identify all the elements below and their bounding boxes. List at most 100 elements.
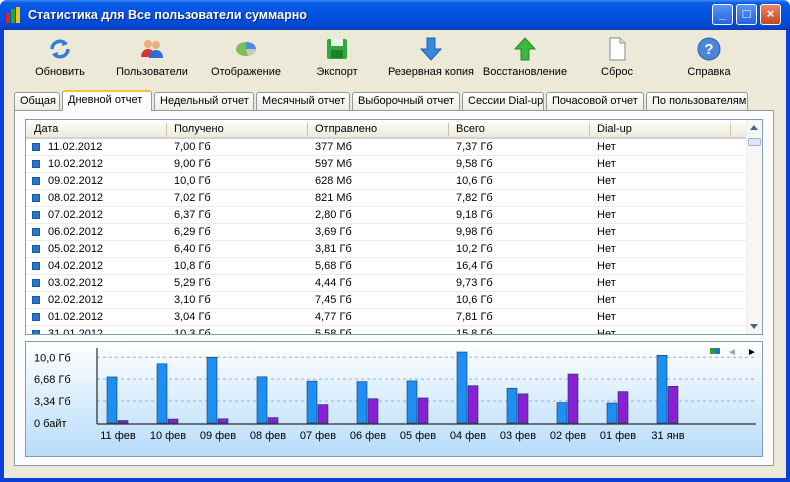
tab-daily-report[interactable]: Дневной отчет xyxy=(62,90,152,111)
backup-label: Резервная копия xyxy=(387,66,475,78)
export-label: Экспорт xyxy=(316,66,358,78)
cell-received: 7,00 Гб xyxy=(174,141,211,153)
title-bar[interactable]: Статистика для Все пользователи суммарно… xyxy=(0,0,790,30)
cell-sent: 5,58 Гб xyxy=(315,328,352,335)
cell-sent: 821 Мб xyxy=(315,192,352,204)
cell-sent: 377 Мб xyxy=(315,141,352,153)
maximize-button[interactable]: □ xyxy=(736,4,757,25)
row-marker-icon xyxy=(32,313,40,321)
tab-weekly-report[interactable]: Недельный отчет xyxy=(154,92,254,110)
column-separator[interactable] xyxy=(448,123,449,136)
column-separator[interactable] xyxy=(730,123,731,136)
toolbar: Обновить Пользователи Отображение Экспор… xyxy=(4,30,786,88)
arrow-down-icon xyxy=(418,36,444,62)
reset-button[interactable]: Сброс xyxy=(600,36,634,78)
bar-sent xyxy=(367,398,379,424)
cell-total: 10,6 Гб xyxy=(456,294,493,306)
column-separator[interactable] xyxy=(166,123,167,136)
table-row[interactable]: 11.02.2012 7,00 Гб 377 Мб 7,37 Гб Нет xyxy=(26,139,748,156)
traffic-chart-svg: 0 байт 3,34 Гб 6,68 Гб 10,0 Гб 11 фев 10 фев 0… xyxy=(34,347,757,442)
export-button[interactable]: Экспорт xyxy=(314,36,360,78)
column-header-date[interactable]: Дата xyxy=(34,123,58,135)
cell-date: 01.02.2012 xyxy=(48,311,104,323)
tab-monthly-report[interactable]: Месячный отчет xyxy=(256,92,350,110)
cell-received: 6,29 Гб xyxy=(174,226,211,238)
column-header-dialup[interactable]: Dial-up xyxy=(597,123,632,135)
bar-received xyxy=(306,380,318,424)
tab-hourly-report[interactable]: Почасовой отчет xyxy=(546,92,644,110)
legend-icon[interactable] xyxy=(715,348,720,354)
table-row[interactable]: 09.02.2012 10,0 Гб 628 Мб 10,6 Гб Нет xyxy=(26,173,748,190)
cell-dialup: Нет xyxy=(597,311,616,323)
legend-icon[interactable] xyxy=(710,348,715,354)
close-button[interactable]: × xyxy=(760,4,781,25)
bar-received xyxy=(356,381,368,424)
restore-button[interactable]: Восстановление xyxy=(482,36,568,78)
cell-dialup: Нет xyxy=(597,192,616,204)
column-separator[interactable] xyxy=(307,123,308,136)
cell-total: 7,81 Гб xyxy=(456,311,493,323)
chart-next-icon[interactable]: ► xyxy=(747,347,757,358)
table-row[interactable]: 10.02.2012 9,00 Гб 597 Мб 9,58 Гб Нет xyxy=(26,156,748,173)
tab-by-users[interactable]: По пользователям xyxy=(646,92,748,110)
cell-total: 9,98 Гб xyxy=(456,226,493,238)
cell-total: 15,8 Гб xyxy=(456,328,493,335)
scroll-down-icon[interactable] xyxy=(750,324,758,329)
bar-sent xyxy=(317,404,329,424)
table-row[interactable]: 06.02.2012 6,29 Гб 3,69 Гб 9,98 Гб Нет xyxy=(26,224,748,241)
cell-received: 10,8 Гб xyxy=(174,260,211,272)
x-tick-label: 10 фев xyxy=(150,430,186,442)
cell-received: 10,3 Гб xyxy=(174,328,211,335)
arrow-up-icon xyxy=(512,36,538,62)
tab-dialup-sessions[interactable]: Сессии Dial-up xyxy=(462,92,544,110)
display-button[interactable]: Отображение xyxy=(208,36,284,78)
table-row[interactable]: 05.02.2012 6,40 Гб 3,81 Гб 10,2 Гб Нет xyxy=(26,241,748,258)
cell-received: 3,04 Гб xyxy=(174,311,211,323)
tab-general[interactable]: Общая xyxy=(14,92,60,110)
column-separator[interactable] xyxy=(589,123,590,136)
minimize-button[interactable]: _ xyxy=(712,4,733,25)
app-bars-icon xyxy=(6,7,22,23)
scroll-thumb[interactable] xyxy=(748,138,761,146)
restore-label: Восстановление xyxy=(482,66,568,78)
vertical-scrollbar[interactable] xyxy=(746,120,762,334)
refresh-button[interactable]: Обновить xyxy=(34,36,86,78)
cell-sent: 5,68 Гб xyxy=(315,260,352,272)
cell-total: 10,2 Гб xyxy=(456,243,493,255)
table-row[interactable]: 31.01.2012 10,3 Гб 5,58 Гб 15,8 Гб Нет xyxy=(26,326,748,335)
cell-date: 03.02.2012 xyxy=(48,277,104,289)
row-marker-icon xyxy=(32,160,40,168)
table-row[interactable]: 01.02.2012 3,04 Гб 4,77 Гб 7,81 Гб Нет xyxy=(26,309,748,326)
cell-received: 9,00 Гб xyxy=(174,158,211,170)
chart-prev-icon[interactable]: ◄ xyxy=(727,347,737,358)
users-button[interactable]: Пользователи xyxy=(114,36,190,78)
column-header-sent[interactable]: Отправлено xyxy=(315,123,377,135)
backup-button[interactable]: Резервная копия xyxy=(386,36,476,78)
x-tick-label: 01 фев xyxy=(600,430,636,442)
table-row[interactable]: 07.02.2012 6,37 Гб 2,80 Гб 9,18 Гб Нет xyxy=(26,207,748,224)
cell-dialup: Нет xyxy=(597,243,616,255)
cell-sent: 628 Мб xyxy=(315,175,352,187)
help-button[interactable]: ? Справка xyxy=(684,36,734,78)
cell-date: 08.02.2012 xyxy=(48,192,104,204)
column-header-received[interactable]: Получено xyxy=(174,123,224,135)
x-tick-label: 05 фев xyxy=(400,430,436,442)
bar-sent xyxy=(517,393,529,424)
table-row[interactable]: 03.02.2012 5,29 Гб 4,44 Гб 9,73 Гб Нет xyxy=(26,275,748,292)
cell-received: 5,29 Гб xyxy=(174,277,211,289)
bar-received xyxy=(556,402,568,424)
y-tick-label: 10,0 Гб xyxy=(34,352,71,364)
column-header-total[interactable]: Всего xyxy=(456,123,485,135)
bar-sent xyxy=(667,386,679,424)
x-tick-label: 31 янв xyxy=(651,430,684,442)
table-row[interactable]: 04.02.2012 10,8 Гб 5,68 Гб 16,4 Гб Нет xyxy=(26,258,748,275)
bar-received xyxy=(606,402,618,424)
scroll-up-icon[interactable] xyxy=(750,125,758,130)
cell-total: 9,18 Гб xyxy=(456,209,493,221)
table-row[interactable]: 08.02.2012 7,02 Гб 821 Мб 7,82 Гб Нет xyxy=(26,190,748,207)
bar-sent xyxy=(267,417,279,424)
table-row[interactable]: 02.02.2012 3,10 Гб 7,45 Гб 10,6 Гб Нет xyxy=(26,292,748,309)
cell-received: 10,0 Гб xyxy=(174,175,211,187)
tab-custom-report[interactable]: Выборочный отчет xyxy=(352,92,460,110)
cell-date: 09.02.2012 xyxy=(48,175,104,187)
